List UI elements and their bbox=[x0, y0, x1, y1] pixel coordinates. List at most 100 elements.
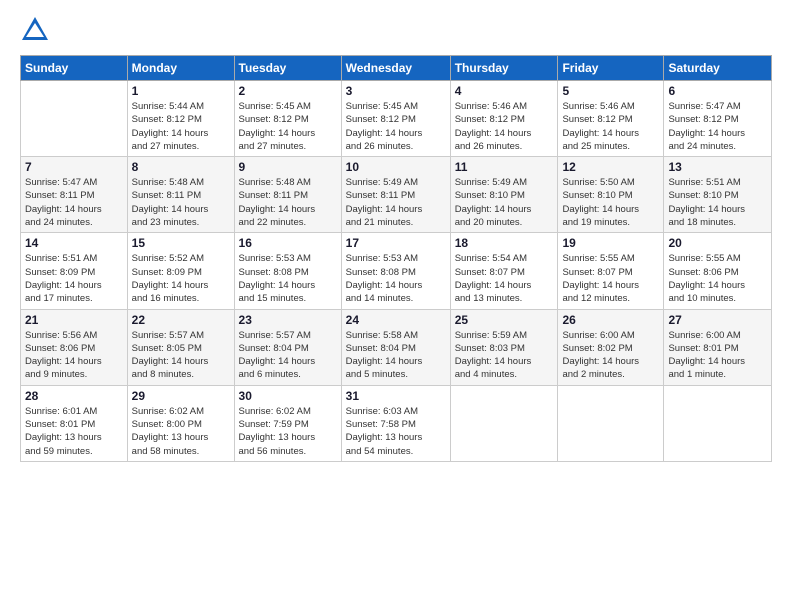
logo bbox=[20, 15, 55, 45]
day-number: 6 bbox=[668, 84, 767, 98]
day-number: 3 bbox=[346, 84, 446, 98]
day-cell: 26 Sunrise: 6:00 AM Sunset: 8:02 PM Dayli… bbox=[558, 309, 664, 385]
day-info: Sunrise: 5:47 AM Sunset: 8:11 PM Dayligh… bbox=[25, 176, 123, 229]
day-number: 1 bbox=[132, 84, 230, 98]
day-cell: 23Sunrise: 5:57 AM Sunset: 8:04 PM Dayli… bbox=[234, 309, 341, 385]
week-row-2: 14Sunrise: 5:51 AM Sunset: 8:09 PM Dayli… bbox=[21, 233, 772, 309]
day-cell: 20 Sunrise: 5:55 AM Sunset: 8:06 PM Dayli… bbox=[664, 233, 772, 309]
day-cell: 4Sunrise: 5:46 AM Sunset: 8:12 PM Daylig… bbox=[450, 81, 558, 157]
day-number: 7 bbox=[25, 160, 123, 174]
day-info: Sunrise: 5:52 AM Sunset: 8:09 PM Dayligh… bbox=[132, 252, 230, 305]
day-info: Sunrise: 5:47 AM Sunset: 8:12 PM Dayligh… bbox=[668, 100, 767, 153]
day-cell: 5 Sunrise: 5:46 AM Sunset: 8:12 PM Daylig… bbox=[558, 81, 664, 157]
day-cell: 27 Sunrise: 6:00 AM Sunset: 8:01 PM Dayli… bbox=[664, 309, 772, 385]
day-cell: 1 Sunrise: 5:44 AM Sunset: 8:12 PM Daylig… bbox=[127, 81, 234, 157]
day-cell bbox=[558, 385, 664, 461]
day-cell: 19 Sunrise: 5:55 AM Sunset: 8:07 PM Dayli… bbox=[558, 233, 664, 309]
day-cell: 25 Sunrise: 5:59 AM Sunset: 8:03 PM Dayli… bbox=[450, 309, 558, 385]
day-info: Sunrise: 5:49 AM Sunset: 8:10 PM Dayligh… bbox=[455, 176, 554, 229]
day-cell: 15 Sunrise: 5:52 AM Sunset: 8:09 PM Dayli… bbox=[127, 233, 234, 309]
col-header-friday: Friday bbox=[558, 56, 664, 81]
day-cell: 11 Sunrise: 5:49 AM Sunset: 8:10 PM Dayli… bbox=[450, 157, 558, 233]
calendar: SundayMondayTuesdayWednesdayThursdayFrid… bbox=[20, 55, 772, 462]
day-cell: 16 Sunrise: 5:53 AM Sunset: 8:08 PM Dayli… bbox=[234, 233, 341, 309]
day-cell: 29 Sunrise: 6:02 AM Sunset: 8:00 PM Dayli… bbox=[127, 385, 234, 461]
day-info: Sunrise: 5:51 AM Sunset: 8:10 PM Dayligh… bbox=[668, 176, 767, 229]
day-number: 10 bbox=[346, 160, 446, 174]
day-number: 28 bbox=[25, 389, 123, 403]
day-info: Sunrise: 5:57 AM Sunset: 8:05 PM Dayligh… bbox=[132, 329, 230, 382]
day-number: 30 bbox=[239, 389, 337, 403]
day-info: Sunrise: 6:02 AM Sunset: 8:00 PM Dayligh… bbox=[132, 405, 230, 458]
day-cell: 18Sunrise: 5:54 AM Sunset: 8:07 PM Dayli… bbox=[450, 233, 558, 309]
day-number: 15 bbox=[132, 236, 230, 250]
day-number: 25 bbox=[455, 313, 554, 327]
day-number: 29 bbox=[132, 389, 230, 403]
header bbox=[20, 15, 772, 45]
day-cell: 2Sunrise: 5:45 AM Sunset: 8:12 PM Daylig… bbox=[234, 81, 341, 157]
day-info: Sunrise: 6:00 AM Sunset: 8:01 PM Dayligh… bbox=[668, 329, 767, 382]
col-header-wednesday: Wednesday bbox=[341, 56, 450, 81]
day-number: 4 bbox=[455, 84, 554, 98]
day-cell: 21 Sunrise: 5:56 AM Sunset: 8:06 PM Dayli… bbox=[21, 309, 128, 385]
day-cell: 10 Sunrise: 5:49 AM Sunset: 8:11 PM Dayli… bbox=[341, 157, 450, 233]
day-info: Sunrise: 5:48 AM Sunset: 8:11 PM Dayligh… bbox=[132, 176, 230, 229]
day-cell bbox=[21, 81, 128, 157]
day-cell: 28 Sunrise: 6:01 AM Sunset: 8:01 PM Dayli… bbox=[21, 385, 128, 461]
day-number: 24 bbox=[346, 313, 446, 327]
day-info: Sunrise: 6:00 AM Sunset: 8:02 PM Dayligh… bbox=[562, 329, 659, 382]
day-info: Sunrise: 5:57 AM Sunset: 8:04 PM Dayligh… bbox=[239, 329, 337, 382]
day-number: 20 bbox=[668, 236, 767, 250]
day-cell: 8 Sunrise: 5:48 AM Sunset: 8:11 PM Daylig… bbox=[127, 157, 234, 233]
day-number: 5 bbox=[562, 84, 659, 98]
day-info: Sunrise: 5:50 AM Sunset: 8:10 PM Dayligh… bbox=[562, 176, 659, 229]
week-row-3: 21 Sunrise: 5:56 AM Sunset: 8:06 PM Dayli… bbox=[21, 309, 772, 385]
day-number: 14 bbox=[25, 236, 123, 250]
day-cell: 6 Sunrise: 5:47 AM Sunset: 8:12 PM Daylig… bbox=[664, 81, 772, 157]
day-info: Sunrise: 5:55 AM Sunset: 8:07 PM Dayligh… bbox=[562, 252, 659, 305]
day-cell: 30 Sunrise: 6:02 AM Sunset: 7:59 PM Dayli… bbox=[234, 385, 341, 461]
day-cell: 22 Sunrise: 5:57 AM Sunset: 8:05 PM Dayli… bbox=[127, 309, 234, 385]
day-info: Sunrise: 6:02 AM Sunset: 7:59 PM Dayligh… bbox=[239, 405, 337, 458]
day-info: Sunrise: 5:56 AM Sunset: 8:06 PM Dayligh… bbox=[25, 329, 123, 382]
header-row: SundayMondayTuesdayWednesdayThursdayFrid… bbox=[21, 56, 772, 81]
col-header-sunday: Sunday bbox=[21, 56, 128, 81]
day-info: Sunrise: 5:44 AM Sunset: 8:12 PM Dayligh… bbox=[132, 100, 230, 153]
day-info: Sunrise: 6:01 AM Sunset: 8:01 PM Dayligh… bbox=[25, 405, 123, 458]
page: SundayMondayTuesdayWednesdayThursdayFrid… bbox=[0, 0, 792, 612]
week-row-1: 7 Sunrise: 5:47 AM Sunset: 8:11 PM Daylig… bbox=[21, 157, 772, 233]
day-cell: 17 Sunrise: 5:53 AM Sunset: 8:08 PM Dayli… bbox=[341, 233, 450, 309]
day-info: Sunrise: 5:46 AM Sunset: 8:12 PM Dayligh… bbox=[562, 100, 659, 153]
day-info: Sunrise: 5:53 AM Sunset: 8:08 PM Dayligh… bbox=[346, 252, 446, 305]
day-number: 27 bbox=[668, 313, 767, 327]
day-number: 17 bbox=[346, 236, 446, 250]
day-number: 22 bbox=[132, 313, 230, 327]
day-info: Sunrise: 5:58 AM Sunset: 8:04 PM Dayligh… bbox=[346, 329, 446, 382]
day-number: 11 bbox=[455, 160, 554, 174]
day-number: 16 bbox=[239, 236, 337, 250]
day-number: 12 bbox=[562, 160, 659, 174]
day-number: 9 bbox=[239, 160, 337, 174]
day-info: Sunrise: 5:45 AM Sunset: 8:12 PM Dayligh… bbox=[239, 100, 337, 153]
col-header-saturday: Saturday bbox=[664, 56, 772, 81]
col-header-thursday: Thursday bbox=[450, 56, 558, 81]
day-cell: 14Sunrise: 5:51 AM Sunset: 8:09 PM Dayli… bbox=[21, 233, 128, 309]
day-number: 8 bbox=[132, 160, 230, 174]
day-info: Sunrise: 5:54 AM Sunset: 8:07 PM Dayligh… bbox=[455, 252, 554, 305]
day-number: 26 bbox=[562, 313, 659, 327]
day-info: Sunrise: 6:03 AM Sunset: 7:58 PM Dayligh… bbox=[346, 405, 446, 458]
day-info: Sunrise: 5:59 AM Sunset: 8:03 PM Dayligh… bbox=[455, 329, 554, 382]
week-row-0: 1 Sunrise: 5:44 AM Sunset: 8:12 PM Daylig… bbox=[21, 81, 772, 157]
day-cell: 13Sunrise: 5:51 AM Sunset: 8:10 PM Dayli… bbox=[664, 157, 772, 233]
day-cell: 9 Sunrise: 5:48 AM Sunset: 8:11 PM Daylig… bbox=[234, 157, 341, 233]
day-cell: 3Sunrise: 5:45 AM Sunset: 8:12 PM Daylig… bbox=[341, 81, 450, 157]
day-number: 31 bbox=[346, 389, 446, 403]
day-info: Sunrise: 5:49 AM Sunset: 8:11 PM Dayligh… bbox=[346, 176, 446, 229]
day-info: Sunrise: 5:53 AM Sunset: 8:08 PM Dayligh… bbox=[239, 252, 337, 305]
day-info: Sunrise: 5:48 AM Sunset: 8:11 PM Dayligh… bbox=[239, 176, 337, 229]
day-number: 21 bbox=[25, 313, 123, 327]
day-cell bbox=[450, 385, 558, 461]
col-header-monday: Monday bbox=[127, 56, 234, 81]
day-info: Sunrise: 5:55 AM Sunset: 8:06 PM Dayligh… bbox=[668, 252, 767, 305]
day-number: 19 bbox=[562, 236, 659, 250]
